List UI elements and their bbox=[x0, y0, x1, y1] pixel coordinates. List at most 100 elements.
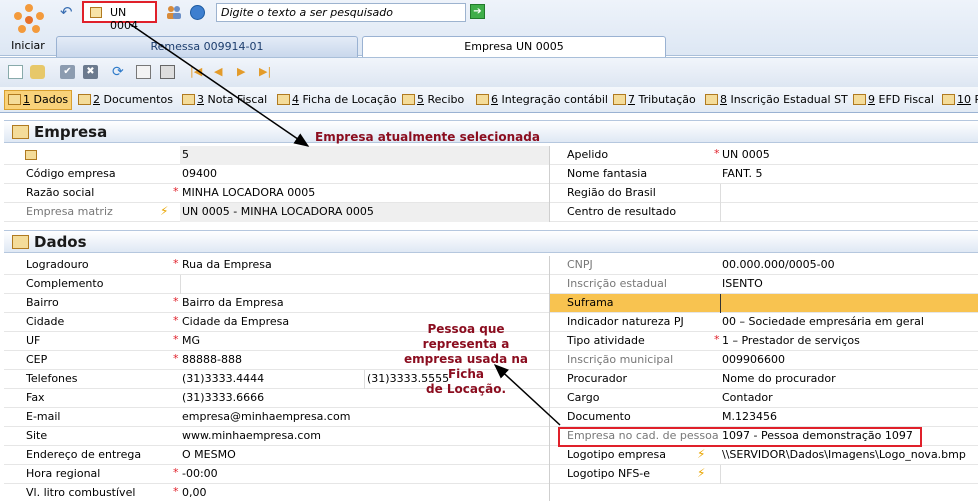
field-row-codigo: Código empresa 09400 bbox=[4, 165, 549, 184]
field-row-logotipo-empresa: Logotipo empresa ⚡ \\SERVIDOR\Dados\Imag… bbox=[549, 446, 978, 465]
cargo-field[interactable]: Contador bbox=[720, 389, 978, 408]
field-row-logradouro: Logradouro * Rua da Empresa bbox=[4, 256, 549, 275]
refresh-icon[interactable]: ⟳ bbox=[112, 65, 127, 79]
grid-icon bbox=[90, 7, 102, 18]
field-row-suframa: Suframa bbox=[549, 294, 978, 313]
field-row-endereco-entrega: Endereço de entrega O MESMO bbox=[4, 446, 549, 465]
tab-icon bbox=[613, 94, 626, 105]
tab-recibo[interactable]: 5 Recibo bbox=[402, 93, 464, 106]
centro-resultado-field[interactable] bbox=[720, 203, 978, 222]
tab-more[interactable]: 10 P bbox=[942, 93, 978, 106]
tab-ficha-locacao[interactable]: 4 Ficha de Locação bbox=[277, 93, 397, 106]
tab-inscricao-estadual-st[interactable]: 8 Inscrição Estadual ST bbox=[705, 93, 848, 106]
email-field[interactable]: empresa@minhaempresa.com bbox=[180, 408, 549, 427]
required-marker: * bbox=[714, 147, 720, 160]
required-marker: * bbox=[173, 185, 179, 198]
documento-field[interactable]: M.123456 bbox=[720, 408, 978, 427]
last-record-icon[interactable]: ▶| bbox=[259, 65, 274, 79]
field-row-email: E-mail empresa@minhaempresa.com bbox=[4, 408, 549, 427]
regiao-field[interactable] bbox=[720, 184, 978, 203]
lightning-icon[interactable]: ⚡ bbox=[697, 466, 705, 480]
highlight-box bbox=[558, 427, 922, 447]
procurador-field[interactable]: Nome do procurador bbox=[720, 370, 978, 389]
inscricao-estadual-field[interactable]: ISENTO bbox=[720, 275, 978, 294]
field-row-razao: Razão social * MINHA LOCADORA 0005 bbox=[4, 184, 549, 203]
search-input[interactable]: Digite o texto a ser pesquisado bbox=[216, 3, 466, 22]
logradouro-field[interactable]: Rua da Empresa bbox=[180, 256, 549, 275]
go-arrow-icon[interactable]: ➔ bbox=[470, 4, 485, 19]
natureza-pj-field[interactable]: 00 – Sociedade empresária em geral bbox=[720, 313, 978, 332]
nome-fantasia-field[interactable]: FANT. 5 bbox=[720, 165, 978, 184]
confirm-icon[interactable]: ✔ bbox=[60, 65, 75, 79]
form-tabs: 1 Dados 2 Documentos 3 Nota Fiscal 4 Fic… bbox=[0, 87, 978, 113]
hora-regional-field[interactable]: -00:00 bbox=[180, 465, 549, 484]
cnpj-field[interactable]: 00.000.000/0005-00 bbox=[720, 256, 978, 275]
required-marker: * bbox=[173, 295, 179, 308]
tab-empresa[interactable]: Empresa UN 0005 bbox=[362, 36, 666, 58]
site-field[interactable]: www.minhaempresa.com bbox=[180, 427, 549, 446]
lightning-icon[interactable]: ⚡ bbox=[697, 447, 705, 461]
annotation-pessoa: Pessoa que representa a empresa usada na… bbox=[404, 322, 528, 396]
complemento-field[interactable] bbox=[180, 275, 549, 294]
telefone1-field[interactable]: (31)3333.4444 bbox=[180, 370, 364, 389]
codigo-empresa-field[interactable]: 09400 bbox=[180, 165, 549, 184]
razao-social-field[interactable]: MINHA LOCADORA 0005 bbox=[180, 184, 549, 203]
apelido-field[interactable]: UN 0005 bbox=[720, 146, 978, 165]
field-row-combustivel: Vl. litro combustível * 0,00 bbox=[4, 484, 549, 503]
id-value: 5 bbox=[180, 146, 549, 165]
tab-icon bbox=[182, 94, 195, 105]
app-logo-icon[interactable] bbox=[12, 3, 46, 37]
field-row-regiao: Região do Brasil bbox=[549, 184, 978, 203]
cancel-icon[interactable]: ✖ bbox=[83, 65, 98, 79]
tab-remessa[interactable]: Remessa 009914-01 bbox=[56, 36, 358, 57]
section-icon bbox=[12, 235, 29, 249]
edit-key-icon bbox=[25, 150, 37, 160]
column-divider bbox=[549, 146, 550, 222]
preview-icon[interactable] bbox=[136, 65, 151, 79]
top-bar: Iniciar ↶ UN 0004 Digite o texto a ser p… bbox=[0, 0, 978, 58]
tab-dados[interactable]: 1 Dados bbox=[4, 90, 73, 110]
field-row-nome-fantasia: Nome fantasia FANT. 5 bbox=[549, 165, 978, 184]
tab-nota-fiscal[interactable]: 3 Nota Fiscal bbox=[182, 93, 267, 106]
required-marker: * bbox=[714, 333, 720, 346]
tab-integracao-contabil[interactable]: 6 Integração contábil bbox=[476, 93, 608, 106]
required-marker: * bbox=[173, 333, 179, 346]
bairro-field[interactable]: Bairro da Empresa bbox=[180, 294, 549, 313]
lock-icon[interactable] bbox=[30, 65, 45, 79]
section-dados-header[interactable]: Dados bbox=[4, 230, 978, 253]
empresa-matriz-field[interactable]: UN 0005 - MINHA LOCADORA 0005 bbox=[180, 203, 549, 222]
current-unit-selector[interactable]: UN 0004 bbox=[82, 1, 157, 32]
current-unit-label: UN 0004 bbox=[110, 6, 138, 32]
required-marker: * bbox=[173, 352, 179, 365]
record-toolbar: ✔ ✖ ⟳ |◀ ◀ ▶ ▶| bbox=[0, 57, 978, 87]
tab-tributacao[interactable]: 7 Tributação bbox=[613, 93, 696, 106]
field-row-centro: Centro de resultado bbox=[549, 203, 978, 222]
combustivel-field[interactable]: 0,00 bbox=[180, 484, 549, 503]
next-record-icon[interactable]: ▶ bbox=[237, 65, 252, 79]
field-row-ie: Inscrição estadual ISENTO bbox=[549, 275, 978, 294]
required-marker: * bbox=[173, 466, 179, 479]
tab-efd-fiscal[interactable]: 9 EFD Fiscal bbox=[853, 93, 934, 106]
logotipo-empresa-field[interactable]: \\SERVIDOR\Dados\Imagens\Logo_nova.bmp bbox=[720, 446, 978, 465]
users-icon[interactable] bbox=[166, 5, 182, 19]
tab-icon bbox=[476, 94, 489, 105]
start-label[interactable]: Iniciar bbox=[6, 39, 50, 52]
section-icon bbox=[12, 125, 29, 139]
previous-record-icon[interactable]: ◀ bbox=[214, 65, 229, 79]
tab-icon bbox=[8, 94, 21, 105]
tab-documentos[interactable]: 2 Documentos bbox=[78, 93, 173, 106]
undo-icon[interactable]: ↶ bbox=[60, 4, 76, 20]
first-record-icon[interactable]: |◀ bbox=[190, 65, 205, 79]
clear-filter-icon[interactable] bbox=[190, 5, 205, 20]
suframa-field[interactable] bbox=[720, 294, 978, 313]
annotation-empresa-selecionada: Empresa atualmente selecionada bbox=[315, 130, 540, 144]
endereco-entrega-field[interactable]: O MESMO bbox=[180, 446, 549, 465]
tipo-atividade-field[interactable]: 1 – Prestador de serviços bbox=[720, 332, 978, 351]
lightning-icon[interactable]: ⚡ bbox=[160, 204, 168, 218]
new-record-icon[interactable] bbox=[8, 65, 23, 79]
tab-icon bbox=[78, 94, 91, 105]
print-icon[interactable] bbox=[160, 65, 175, 79]
inscricao-municipal-field[interactable]: 009906600 bbox=[720, 351, 978, 370]
field-row-matriz: Empresa matriz ⚡ UN 0005 - MINHA LOCADOR… bbox=[4, 203, 549, 222]
logotipo-nfse-field[interactable] bbox=[720, 465, 978, 484]
